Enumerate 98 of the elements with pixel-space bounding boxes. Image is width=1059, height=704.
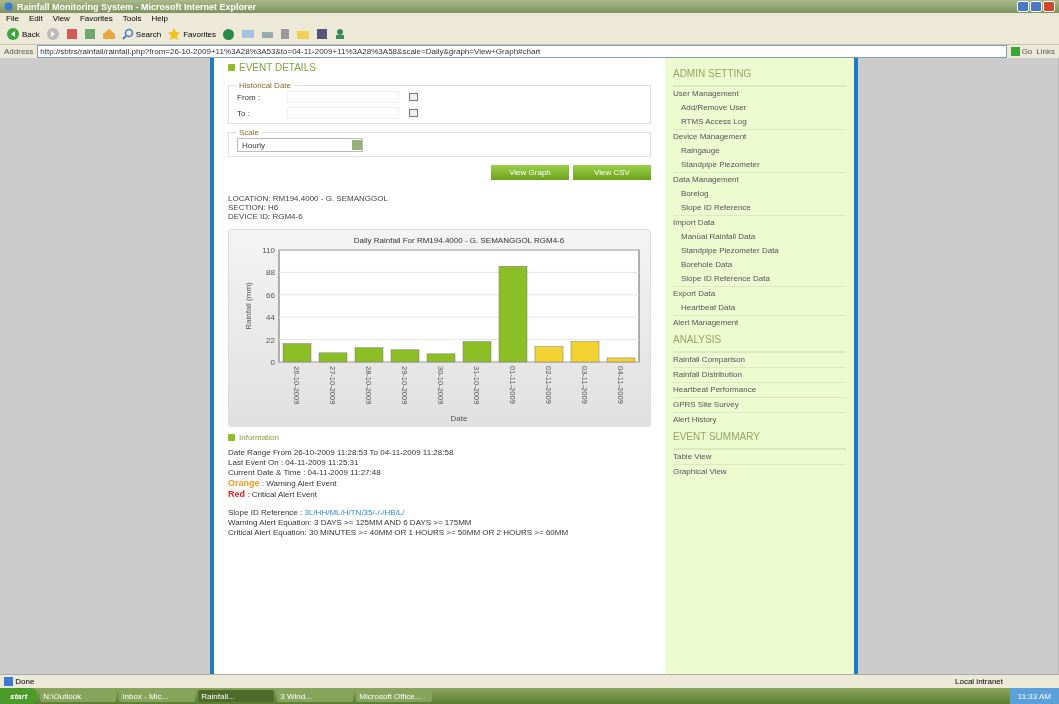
sidebar-link[interactable]: Add/Remove User	[672, 101, 846, 115]
y-tick-label: 66	[266, 290, 275, 300]
menu-item[interactable]: File	[6, 14, 19, 23]
info-line: Date Range From 26-10-2009 11:28:53 To 04-11-2009 11:28:58	[228, 448, 455, 458]
fieldset-legend: Historical Date	[237, 81, 293, 90]
stop-icon[interactable]	[65, 28, 78, 40]
sidebar-link[interactable]: Rainfall Distribution	[672, 367, 846, 382]
chart-bar	[570, 341, 600, 363]
sidebar-link[interactable]: Rainfall Comparison	[672, 352, 846, 367]
section-heading: EVENT DETAILS	[239, 62, 316, 73]
scale-dropdown[interactable]: Hourly	[237, 138, 363, 152]
menu-item[interactable]: Edit	[28, 14, 43, 23]
info-line: Current Date & Time : 04-11-2009 11:27:48	[228, 468, 382, 478]
sidebar-link[interactable]: Alert Management	[672, 315, 846, 330]
location-text: LOCATION: RM194.4000 - G. SEMANGGOL	[228, 194, 389, 203]
section-heading: Information	[239, 433, 280, 442]
sidebar-link[interactable]: RTMS Access Log	[672, 115, 846, 129]
y-tick-label: 110	[262, 246, 275, 255]
sidebar-link[interactable]: Device Management	[672, 129, 846, 144]
chart-bar	[426, 353, 456, 363]
browser-icon	[4, 2, 13, 11]
zone-text: Local intranet	[955, 677, 1005, 686]
y-axis-label: Rainfall (mm)	[244, 282, 253, 330]
slope-reference: Slope ID Reference : 3L/HH/ML/H/TN/35/-/-/HB/L/	[228, 508, 406, 518]
chart-bar	[462, 341, 492, 363]
media-icon[interactable]	[222, 27, 236, 41]
chart-bar	[282, 343, 312, 363]
page-icon	[4, 677, 13, 686]
sidebar-link[interactable]: Alert History	[672, 412, 846, 427]
sidebar-link[interactable]: Borehole Data	[672, 258, 846, 272]
sidebar-link[interactable]: Slope ID Reference	[672, 201, 846, 215]
maximize-button[interactable]	[1030, 1, 1042, 12]
menu-item[interactable]: Favorites	[79, 14, 113, 23]
y-tick-label: 88	[266, 268, 275, 278]
sidebar-heading: ADMIN SETTING	[672, 64, 846, 86]
menu-item[interactable]: Help	[151, 14, 168, 23]
sidebar-link[interactable]: Raingauge	[672, 144, 846, 158]
go-button[interactable]: Go	[1021, 47, 1033, 56]
info-line: Orange : Warning Alert Event	[228, 478, 338, 489]
sidebar-link[interactable]: Import Data	[672, 215, 846, 230]
home-icon[interactable]	[101, 28, 116, 40]
close-button[interactable]	[1043, 1, 1055, 12]
location-text: SECTION: H6	[228, 203, 280, 212]
back-icon[interactable]	[6, 27, 20, 41]
chart-bar	[606, 357, 636, 363]
menu-item[interactable]: Tools	[122, 14, 142, 23]
sidebar-link[interactable]: Slope ID Reference Data	[672, 272, 846, 286]
x-axis-label: Date	[450, 414, 468, 423]
sidebar-heading: ANALYSIS	[672, 330, 846, 352]
sidebar-link[interactable]: Manual Rainfall Data	[672, 230, 846, 244]
search-icon[interactable]	[121, 28, 134, 40]
info-line: Red : Critical Alert Event	[228, 489, 319, 500]
status-text: Done	[15, 677, 35, 686]
sidebar-link[interactable]: Table View	[672, 449, 846, 464]
sidebar-link[interactable]: Graphical View	[672, 464, 846, 479]
chart-title: Daily Rainfall For RM194.4000 - G. SEMANGGOL RGM4-6	[353, 236, 565, 245]
bullet-icon	[228, 64, 235, 71]
slope-link[interactable]: 3L/HH/ML/H/TN/35/-/-/HB/L/	[304, 508, 405, 517]
address-field[interactable]: http://sbtrs/rainfall/rainfall.php?from=26-10-2009+11%3A28%3A53&to=04-11-2009+11%3A28%3A58&scale=Daily&graph=View+Graph#chart	[37, 45, 1007, 58]
bullet-icon	[228, 434, 235, 441]
start-button[interactable]: start	[0, 688, 38, 704]
info-line: Last Event On : 04-11-2009 11:25:31	[228, 458, 360, 468]
toolbar-label[interactable]: Search	[135, 29, 162, 39]
sidebar-link[interactable]: Standpipe Piezometer	[672, 158, 846, 172]
equation-text: Warning Alert Equation: 3 DAYS >= 125MM AND 6 DAYS >= 175MM	[228, 518, 473, 528]
y-tick-label: 22	[266, 335, 275, 345]
minimize-button[interactable]	[1017, 1, 1029, 12]
sidebar-link[interactable]: Export Data	[672, 286, 846, 301]
address-label: Address	[4, 47, 34, 56]
sidebar-link[interactable]: Borelog	[672, 187, 846, 201]
y-tick-label: 0	[270, 358, 275, 367]
field-label: From :	[237, 92, 262, 102]
star-icon[interactable]	[167, 27, 182, 41]
sidebar-link[interactable]: GPRS Site Survey	[672, 397, 846, 412]
sidebar-link[interactable]: User Management	[672, 86, 846, 101]
equation-text: Critical Alert Equation: 30 MINUTES >= 40MM OR 1 HOURS >= 50MM OR 2 HOURS >= 60MM	[228, 528, 570, 538]
menu-item[interactable]: View	[52, 14, 70, 23]
clock-text: 11:33 AM	[1017, 691, 1051, 701]
forward-icon[interactable]	[45, 27, 60, 41]
links-label[interactable]: Links	[1036, 47, 1055, 56]
sidebar-link[interactable]: Data Management	[672, 172, 846, 187]
chart-bar	[318, 352, 348, 363]
y-tick-label: 44	[266, 313, 275, 323]
sidebar-link[interactable]: Heartbeat Performance	[672, 382, 846, 397]
taskbar-item[interactable]: Rainfall...	[198, 690, 275, 702]
people-icon[interactable]	[334, 28, 347, 40]
field-label: To :	[237, 108, 251, 118]
sidebar-link[interactable]: Heartbeat Data	[672, 301, 846, 315]
chart-bar	[354, 347, 384, 363]
window-title: Rainfall Monitoring System - Microsoft Internet Explorer	[17, 1, 257, 12]
toolbar-label[interactable]: Back	[22, 29, 40, 39]
chart-bar	[390, 349, 420, 363]
sidebar-link[interactable]: Standpipe Piezometer Data	[672, 244, 846, 258]
fieldset-legend: Scale	[237, 128, 261, 137]
location-text: DEVICE ID: RGM4-6	[228, 212, 304, 221]
sidebar-heading: EVENT SUMMARY	[672, 427, 846, 449]
toolbar-label[interactable]: Favorites	[183, 29, 217, 39]
chart-bar	[534, 346, 564, 363]
